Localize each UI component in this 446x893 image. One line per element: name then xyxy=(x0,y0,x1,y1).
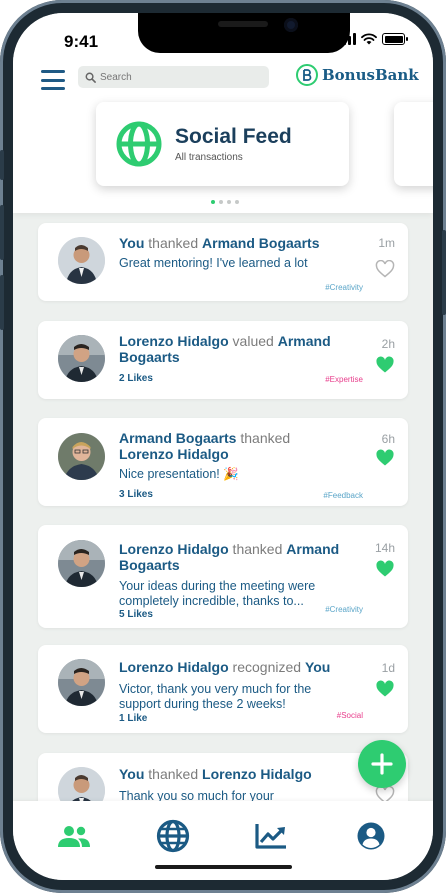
feed-tag: #Creativity xyxy=(325,605,363,614)
feed-tag: #Feedback xyxy=(323,491,363,500)
likes-count[interactable]: 3 Likes xyxy=(119,489,153,500)
mute-switch xyxy=(0,150,4,180)
feed-verb: recognized xyxy=(228,659,305,675)
feed-tag: #Creativity xyxy=(325,283,363,292)
front-camera xyxy=(284,18,298,32)
bonusbank-logo-icon xyxy=(296,64,318,86)
globe-icon xyxy=(156,819,190,853)
power-button xyxy=(442,230,446,315)
feed-message: Nice presentation! 🎉 xyxy=(119,467,239,481)
feed-headline: Armand Bogaarts thanked Lorenzo Hidalgo xyxy=(119,430,341,462)
feed-headline: Lorenzo Hidalgo thanked Armand Bogaarts xyxy=(119,541,341,573)
volume-down-button xyxy=(0,275,4,330)
avatar xyxy=(58,433,105,480)
next-carousel-card[interactable] xyxy=(394,102,433,186)
target-name[interactable]: Lorenzo Hidalgo xyxy=(202,766,312,782)
page-dot[interactable] xyxy=(211,200,215,204)
battery-icon xyxy=(382,33,408,45)
feed-verb: thanked xyxy=(144,235,203,251)
feed-verb: thanked xyxy=(144,766,203,782)
actor-name[interactable]: Armand Bogaarts xyxy=(119,430,236,446)
feed-headline: Lorenzo Hidalgo valued Armand Bogaarts xyxy=(119,333,341,365)
feed-verb: valued xyxy=(228,333,278,349)
people-icon xyxy=(58,826,90,847)
feed-item[interactable]: You thanked Armand Bogaarts Great mentor… xyxy=(38,223,408,301)
wifi-icon xyxy=(361,33,377,45)
feed-message: Victor, thank you very much for the supp… xyxy=(119,682,312,711)
target-name[interactable]: You xyxy=(305,659,330,675)
actor-name[interactable]: Lorenzo Hidalgo xyxy=(119,541,229,557)
avatar xyxy=(58,659,105,706)
globe-icon xyxy=(116,121,162,167)
bottom-tab-bar xyxy=(13,801,433,880)
target-name[interactable]: Lorenzo Hidalgo xyxy=(119,446,229,462)
feed-time: 14h xyxy=(374,541,395,555)
feed-item[interactable]: Lorenzo Hidalgo thanked Armand Bogaarts … xyxy=(38,525,408,628)
feed-tag: #Expertise xyxy=(325,375,363,384)
actor-name[interactable]: You xyxy=(119,235,144,251)
screen: 9:41 Search BonusBank Social Feed All tr… xyxy=(13,13,433,880)
speaker xyxy=(218,21,268,27)
tab-people[interactable] xyxy=(56,818,92,854)
search-bar[interactable] xyxy=(78,66,269,88)
hero-title: Social Feed xyxy=(175,125,292,148)
feed-tag: #Social xyxy=(336,711,363,720)
tab-feed[interactable] xyxy=(155,818,191,854)
feed-item[interactable]: Lorenzo Hidalgo valued Armand Bogaarts 2… xyxy=(38,321,408,399)
plus-icon xyxy=(371,753,393,775)
feed-message: Great mentoring! I've learned a lot xyxy=(119,256,308,270)
feed-headline: You thanked Armand Bogaarts xyxy=(119,235,341,251)
heart-filled-icon[interactable] xyxy=(375,449,395,467)
feed-headline: Lorenzo Hidalgo recognized You xyxy=(119,659,341,675)
notch xyxy=(138,13,350,53)
page-dot[interactable] xyxy=(219,200,223,204)
feed-verb: thanked xyxy=(236,430,291,446)
tab-stats[interactable] xyxy=(253,818,289,854)
heart-filled-icon[interactable] xyxy=(375,356,395,374)
trending-chart-icon xyxy=(255,824,286,849)
social-feed-card[interactable]: Social Feed All transactions xyxy=(96,102,349,186)
feed-time: 1m xyxy=(378,236,395,250)
feed-verb: thanked xyxy=(228,541,287,557)
page-dot[interactable] xyxy=(227,200,231,204)
avatar xyxy=(58,237,105,284)
page-dot[interactable] xyxy=(235,200,239,204)
search-input[interactable] xyxy=(100,71,260,83)
actor-name[interactable]: Lorenzo Hidalgo xyxy=(119,333,229,349)
actor-name[interactable]: You xyxy=(119,766,144,782)
feed-item[interactable]: Lorenzo Hidalgo recognized You Victor, t… xyxy=(38,645,408,733)
avatar xyxy=(58,335,105,382)
likes-count[interactable]: 1 Like xyxy=(119,713,147,724)
bonusbank-logo: BonusBank xyxy=(296,64,419,86)
heart-filled-icon[interactable] xyxy=(375,560,395,578)
likes-count[interactable]: 5 Likes xyxy=(119,609,153,620)
hero-subtitle: All transactions xyxy=(175,152,243,163)
heart-outline-icon[interactable] xyxy=(375,260,395,278)
likes-count[interactable]: 2 Likes xyxy=(119,373,153,384)
carousel-page-indicator xyxy=(211,200,239,204)
feed-message: Your ideas during the meeting were compl… xyxy=(119,579,316,608)
feed-time: 6h xyxy=(381,432,395,446)
account-icon xyxy=(357,822,385,850)
feed-time: 2h xyxy=(381,337,395,351)
phone-frame: 9:41 Search BonusBank Social Feed All tr… xyxy=(0,0,446,893)
search-icon xyxy=(85,72,96,83)
target-name[interactable]: Armand Bogaarts xyxy=(202,235,319,251)
home-indicator xyxy=(155,865,292,869)
heart-filled-icon[interactable] xyxy=(375,680,395,698)
avatar xyxy=(58,540,105,587)
feed-headline: You thanked Lorenzo Hidalgo xyxy=(119,766,341,782)
feed-time: 1d xyxy=(381,661,395,675)
status-time: 9:41 xyxy=(64,32,99,51)
menu-button[interactable] xyxy=(41,70,65,90)
actor-name[interactable]: Lorenzo Hidalgo xyxy=(119,659,229,675)
add-button[interactable] xyxy=(358,740,406,788)
tab-profile[interactable] xyxy=(353,818,389,854)
logo-text: BonusBank xyxy=(322,66,419,84)
feed-item[interactable]: Armand Bogaarts thanked Lorenzo Hidalgo … xyxy=(38,418,408,506)
volume-up-button xyxy=(0,205,4,260)
